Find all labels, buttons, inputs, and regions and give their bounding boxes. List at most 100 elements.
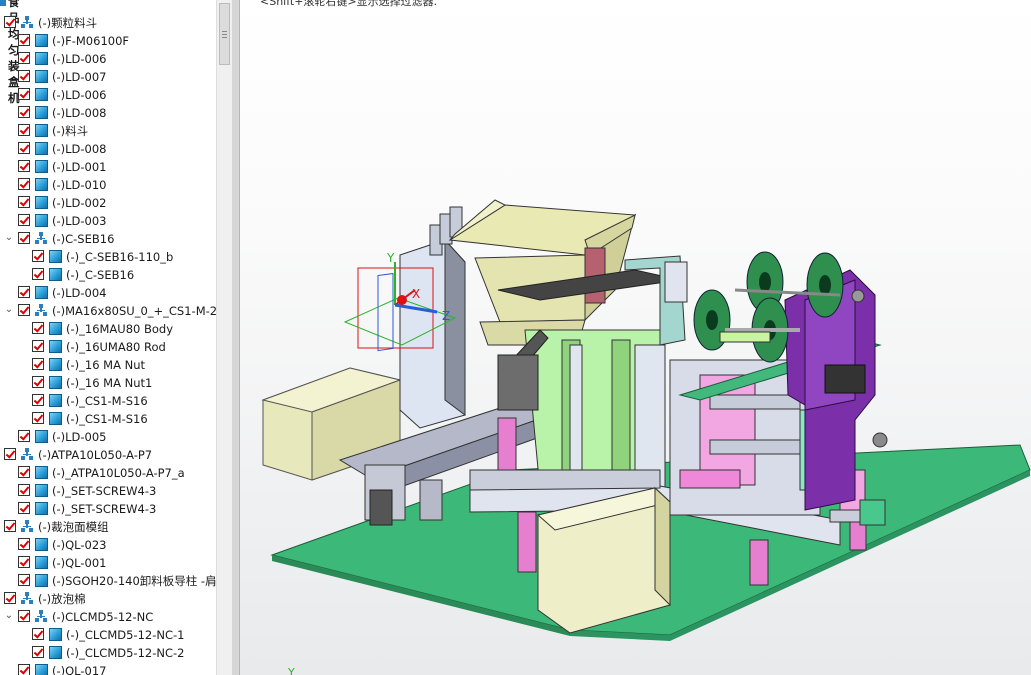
- visibility-checkbox[interactable]: [4, 16, 16, 28]
- part-icon: [49, 646, 62, 659]
- visibility-checkbox[interactable]: [32, 376, 44, 388]
- part-icon: [49, 340, 62, 353]
- tree-item[interactable]: (-)LD-005: [0, 428, 216, 446]
- visibility-checkbox[interactable]: [18, 106, 30, 118]
- tree-item[interactable]: (-)_16 MA Nut1: [0, 374, 216, 392]
- assembly-icon: [21, 592, 34, 605]
- tree-item[interactable]: (-)_16MAU80 Body: [0, 320, 216, 338]
- visibility-checkbox[interactable]: [18, 430, 30, 442]
- tree-item[interactable]: (-)_SET-SCREW4-3: [0, 500, 216, 518]
- tree-item-label: (-)LD-006: [52, 88, 107, 102]
- visibility-checkbox[interactable]: [18, 538, 30, 550]
- part-icon: [35, 574, 48, 587]
- visibility-checkbox[interactable]: [18, 214, 30, 226]
- tree-item[interactable]: (-)_C-SEB16: [0, 266, 216, 284]
- visibility-checkbox[interactable]: [18, 304, 30, 316]
- tree-item[interactable]: (-)LD-006: [0, 50, 216, 68]
- tree-item[interactable]: (-)_ATPA10L050-A-P7_a: [0, 464, 216, 482]
- visibility-checkbox[interactable]: [32, 412, 44, 424]
- expand-toggle-icon[interactable]: ⌄: [4, 611, 14, 621]
- tree-item[interactable]: (-)QL-017: [0, 662, 216, 675]
- knob[interactable]: [872, 432, 888, 448]
- visibility-checkbox[interactable]: [18, 484, 30, 496]
- visibility-checkbox[interactable]: [18, 160, 30, 172]
- visibility-checkbox[interactable]: [18, 574, 30, 586]
- visibility-checkbox[interactable]: [18, 142, 30, 154]
- visibility-checkbox[interactable]: [18, 124, 30, 136]
- visibility-checkbox[interactable]: [18, 664, 30, 675]
- tree-item[interactable]: (-)_16 MA Nut: [0, 356, 216, 374]
- tree-item[interactable]: ⌄(-)放泡棉: [0, 590, 216, 608]
- tree-item[interactable]: (-)_CLCMD5-12-NC-1: [0, 626, 216, 644]
- visibility-checkbox[interactable]: [18, 196, 30, 208]
- visibility-checkbox[interactable]: [32, 268, 44, 280]
- tree-item[interactable]: (-)LD-010: [0, 176, 216, 194]
- machine-model[interactable]: Y X Z Y: [240, 0, 1031, 675]
- visibility-checkbox[interactable]: [18, 88, 30, 100]
- expand-toggle-icon[interactable]: ⌄: [4, 305, 14, 315]
- tree-item[interactable]: ⌄ (-)MA16x80SU_0_+_CS1-M-2_: [0, 302, 216, 320]
- visibility-checkbox[interactable]: [32, 628, 44, 640]
- tree-item[interactable]: (-)QL-023: [0, 536, 216, 554]
- tree-item-label: (-)QL-001: [52, 556, 107, 570]
- part-icon: [49, 394, 62, 407]
- tree-item[interactable]: (-)LD-002: [0, 194, 216, 212]
- visibility-checkbox[interactable]: [18, 34, 30, 46]
- visibility-checkbox[interactable]: [18, 232, 30, 244]
- visibility-checkbox[interactable]: [18, 502, 30, 514]
- visibility-checkbox[interactable]: [4, 520, 16, 532]
- tree-item[interactable]: (-)_C-SEB16-110_b: [0, 248, 216, 266]
- tree-item[interactable]: (-)F-M06100F: [0, 32, 216, 50]
- tree-item-label: (-)ATPA10L050-A-P7: [38, 448, 153, 462]
- tree-item[interactable]: (-)颗粒料斗: [0, 14, 216, 32]
- tree-item[interactable]: (-)SGOH20-140卸料板导柱 -肩: [0, 572, 216, 590]
- visibility-checkbox[interactable]: [18, 286, 30, 298]
- tree-item-label: (-)LD-008: [52, 106, 107, 120]
- tree-item[interactable]: (-)_SET-SCREW4-3: [0, 482, 216, 500]
- tree-item[interactable]: (-)料斗: [0, 122, 216, 140]
- tree-item-label: (-)_16 MA Nut: [66, 358, 146, 372]
- tree-item[interactable]: (-)_CS1-M-S16: [0, 410, 216, 428]
- part-icon: [35, 70, 48, 83]
- tree-item[interactable]: (-)LD-008: [0, 140, 216, 158]
- tree-item[interactable]: (-)_16UMA80 Rod: [0, 338, 216, 356]
- visibility-checkbox[interactable]: [4, 448, 16, 460]
- expand-toggle-icon[interactable]: ⌄: [4, 233, 14, 243]
- tree-item[interactable]: (-)LD-008: [0, 104, 216, 122]
- visibility-checkbox[interactable]: [32, 358, 44, 370]
- visibility-checkbox[interactable]: [18, 556, 30, 568]
- tree-item[interactable]: (-)LD-001: [0, 158, 216, 176]
- pane-splitter[interactable]: [232, 0, 240, 675]
- visibility-checkbox[interactable]: [32, 394, 44, 406]
- visibility-checkbox[interactable]: [18, 466, 30, 478]
- tree-item[interactable]: (-)_CLCMD5-12-NC-2: [0, 644, 216, 662]
- tree-item[interactable]: (-)LD-004: [0, 284, 216, 302]
- axis-y-label: Y: [386, 251, 395, 265]
- tree-item[interactable]: ⌄ (-)CLCMD5-12-NC: [0, 608, 216, 626]
- tree-item[interactable]: (-)裁泡面模组: [0, 518, 216, 536]
- visibility-checkbox[interactable]: [32, 340, 44, 352]
- visibility-checkbox[interactable]: [32, 250, 44, 262]
- visibility-checkbox[interactable]: [18, 178, 30, 190]
- visibility-checkbox[interactable]: [18, 70, 30, 82]
- visibility-checkbox[interactable]: [32, 322, 44, 334]
- 3d-viewport[interactable]: <Shift+滚轮右键>显示选择过滤器. Y X Z Y: [240, 0, 1031, 675]
- tree-item[interactable]: (-)LD-007: [0, 68, 216, 86]
- visibility-checkbox[interactable]: [4, 592, 16, 604]
- tree-scrollbar[interactable]: [216, 0, 233, 675]
- tree-item[interactable]: (-)ATPA10L050-A-P7: [0, 446, 216, 464]
- scrollbar-thumb[interactable]: [219, 3, 230, 65]
- tree-item-label: (-)_CS1-M-S16: [66, 394, 148, 408]
- tree-item[interactable]: (-)QL-001: [0, 554, 216, 572]
- tree-item[interactable]: (-)LD-003: [0, 212, 216, 230]
- visibility-checkbox[interactable]: [32, 646, 44, 658]
- visibility-checkbox[interactable]: [18, 52, 30, 64]
- tree-item[interactable]: ⌄ (-)C-SEB16: [0, 230, 216, 248]
- tree-item[interactable]: (-)_CS1-M-S16: [0, 392, 216, 410]
- part-icon: [35, 196, 48, 209]
- tree-item[interactable]: (-)LD-006: [0, 86, 216, 104]
- part-icon: [49, 250, 62, 263]
- part-icon: [49, 322, 62, 335]
- pink-post-right: [749, 539, 769, 586]
- visibility-checkbox[interactable]: [18, 610, 30, 622]
